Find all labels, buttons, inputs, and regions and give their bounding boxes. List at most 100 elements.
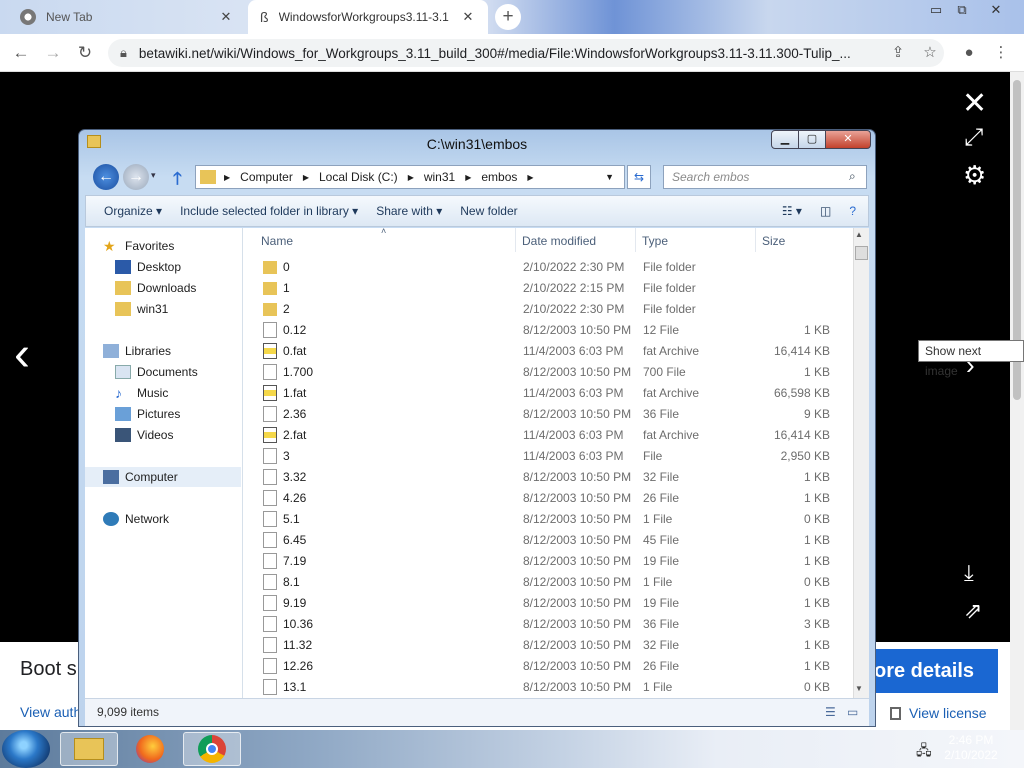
new-tab-button[interactable]: +: [495, 4, 521, 30]
file-row[interactable]: 9.19 8/12/2003 10:50 PM 19 File 1 KB: [243, 593, 853, 614]
start-button[interactable]: [2, 730, 50, 768]
network-tray-icon[interactable]: 🖧: [916, 740, 932, 764]
restore-browser-button[interactable]: ⧉: [946, 0, 978, 20]
address-dropdown-icon[interactable]: ▼: [605, 172, 614, 182]
back-icon[interactable]: ←: [10, 43, 32, 63]
nav-documents[interactable]: Documents: [115, 362, 198, 382]
search-input[interactable]: Search embos: [663, 165, 867, 189]
include-in-library-button[interactable]: Include selected folder in library ▾: [180, 204, 358, 218]
scroll-thumb[interactable]: [855, 246, 868, 260]
menu-icon[interactable]: ⋮: [990, 43, 1012, 63]
gear-icon[interactable]: ⚙: [963, 160, 986, 191]
download-icon[interactable]: ⤓: [964, 560, 974, 586]
file-row[interactable]: 0.fat 11/4/2003 6:03 PM fat Archive 16,414 …: [243, 341, 853, 362]
page-scrollbar[interactable]: [1010, 72, 1024, 730]
nav-videos[interactable]: Videos: [115, 425, 173, 445]
file-row[interactable]: 11.32 8/12/2003 10:50 PM 32 File 1 KB: [243, 635, 853, 656]
tab-new-tab[interactable]: New Tab ✕: [8, 0, 246, 34]
recent-pages-chevron-icon[interactable]: ▾: [151, 170, 156, 181]
nav-music[interactable]: ♪ Music: [115, 383, 168, 403]
taskbar-explorer[interactable]: [60, 732, 118, 766]
scroll-up-icon[interactable]: ▲: [855, 230, 863, 239]
previous-image-icon[interactable]: ‹: [14, 330, 30, 380]
file-row[interactable]: 7.19 8/12/2003 10:50 PM 19 File 1 KB: [243, 551, 853, 572]
large-icons-view-icon[interactable]: ▭: [847, 699, 858, 725]
breadcrumb-local-disk[interactable]: Local Disk (C:): [319, 170, 398, 184]
up-folder-icon[interactable]: 🡑: [173, 166, 182, 195]
file-row[interactable]: 8.1 8/12/2003 10:50 PM 1 File 0 KB: [243, 572, 853, 593]
share-icon[interactable]: ⇪: [887, 43, 909, 63]
view-author-link[interactable]: View auth: [20, 704, 81, 720]
close-tab-icon[interactable]: ✕: [218, 9, 234, 25]
nav-win31[interactable]: win31: [115, 299, 168, 319]
column-date-modified[interactable]: Date modified: [522, 234, 596, 248]
view-options-icon[interactable]: ☷ ▾: [782, 204, 802, 218]
file-row[interactable]: 3 11/4/2003 6:03 PM File 2,950 KB: [243, 446, 853, 467]
close-icon[interactable]: ✕: [962, 86, 987, 121]
scroll-down-icon[interactable]: ▼: [855, 684, 863, 693]
file-type: 32 File: [643, 638, 680, 652]
file-row[interactable]: 0.12 8/12/2003 10:50 PM 12 File 1 KB: [243, 320, 853, 341]
file-row[interactable]: 2 2/10/2022 2:30 PM File folder: [243, 299, 853, 320]
file-row[interactable]: 0 2/10/2022 2:30 PM File folder: [243, 257, 853, 278]
refresh-icon[interactable]: ⇆: [627, 165, 651, 189]
breadcrumb-embos[interactable]: embos: [481, 170, 517, 184]
file-row[interactable]: 5.1 8/12/2003 10:50 PM 1 File 0 KB: [243, 509, 853, 530]
profile-icon[interactable]: ●: [958, 43, 980, 63]
organize-button[interactable]: Organize ▾: [104, 204, 162, 218]
share-with-button[interactable]: Share with ▾: [376, 204, 442, 218]
clock[interactable]: 2:46 PM 2/10/2022: [936, 733, 1006, 763]
file-row[interactable]: 10.36 8/12/2003 10:50 PM 36 File 3 KB: [243, 614, 853, 635]
explorer-address-bar[interactable]: ▶ Computer ▶ Local Disk (C:) ▶ win31 ▶ e…: [195, 165, 625, 189]
more-details-button[interactable]: ore details: [868, 649, 998, 693]
file-name: 1.fat: [283, 386, 307, 400]
file-row[interactable]: 13.1 8/12/2003 10:50 PM 1 File 0 KB: [243, 677, 853, 698]
nav-pictures[interactable]: Pictures: [115, 404, 180, 424]
file-row[interactable]: 1 2/10/2022 2:15 PM File folder: [243, 278, 853, 299]
view-license-link[interactable]: View license: [890, 705, 987, 721]
file-row[interactable]: 6.45 8/12/2003 10:50 PM 45 File 1 KB: [243, 530, 853, 551]
nav-downloads[interactable]: Downloads: [115, 278, 196, 298]
column-name[interactable]: Name: [261, 234, 293, 248]
help-icon[interactable]: ?: [849, 204, 856, 218]
file-row[interactable]: 1.700 8/12/2003 10:50 PM 700 File 1 KB: [243, 362, 853, 383]
file-type: 32 File: [643, 470, 680, 484]
tab-betawiki[interactable]: ß WindowsforWorkgroups3.11-3.1 ✕: [248, 0, 488, 34]
nav-favorites[interactable]: ★ Favorites: [103, 236, 174, 256]
close-tab-icon[interactable]: ✕: [460, 9, 476, 25]
address-bar[interactable]: 🔒︎ betawiki.net/wiki/Windows_for_Workgro…: [108, 39, 944, 67]
new-folder-button[interactable]: New folder: [460, 204, 517, 218]
close-window-button[interactable]: ✕: [825, 130, 871, 149]
file-row[interactable]: 1.fat 11/4/2003 6:03 PM fat Archive 66,598 …: [243, 383, 853, 404]
details-view-icon[interactable]: ☰: [825, 699, 836, 725]
taskbar-chrome[interactable]: [183, 732, 241, 766]
nav-network[interactable]: Network: [103, 509, 169, 529]
file-row[interactable]: 12.26 8/12/2003 10:50 PM 26 File 1 KB: [243, 656, 853, 677]
explorer-back-icon[interactable]: ←: [93, 164, 119, 190]
taskbar-firefox[interactable]: [121, 732, 179, 766]
close-browser-button[interactable]: ✕: [980, 0, 1012, 20]
maximize-button[interactable]: ▢: [798, 130, 826, 149]
file-row[interactable]: 3.32 8/12/2003 10:50 PM 32 File 1 KB: [243, 467, 853, 488]
column-size[interactable]: Size: [762, 234, 785, 248]
preview-pane-icon[interactable]: ◫: [820, 204, 831, 218]
file-list-scrollbar[interactable]: ▲ ▼: [853, 228, 869, 698]
breadcrumb-win31[interactable]: win31: [424, 170, 455, 184]
nav-desktop[interactable]: Desktop: [115, 257, 181, 277]
file-row[interactable]: 2.fat 11/4/2003 6:03 PM fat Archive 16,414 …: [243, 425, 853, 446]
bookmark-star-icon[interactable]: ☆: [919, 43, 941, 63]
column-type[interactable]: Type: [642, 234, 668, 248]
forward-icon[interactable]: →: [42, 43, 64, 63]
url-text[interactable]: betawiki.net/wiki/Windows_for_Workgroups…: [139, 46, 899, 61]
share-image-icon[interactable]: ⇗: [964, 598, 982, 624]
file-row[interactable]: 4.26 8/12/2003 10:50 PM 26 File 1 KB: [243, 488, 853, 509]
breadcrumb-computer[interactable]: Computer: [240, 170, 293, 184]
expand-icon[interactable]: ⤢: [964, 124, 983, 152]
file-row[interactable]: 2.36 8/12/2003 10:50 PM 36 File 9 KB: [243, 404, 853, 425]
reload-icon[interactable]: ↻: [74, 43, 96, 63]
nav-computer[interactable]: Computer: [85, 467, 241, 487]
explorer-forward-icon[interactable]: →: [123, 164, 149, 190]
minimize-button[interactable]: ▁: [771, 130, 799, 149]
search-icon[interactable]: ⌕: [849, 169, 856, 184]
nav-libraries[interactable]: Libraries: [103, 341, 171, 361]
